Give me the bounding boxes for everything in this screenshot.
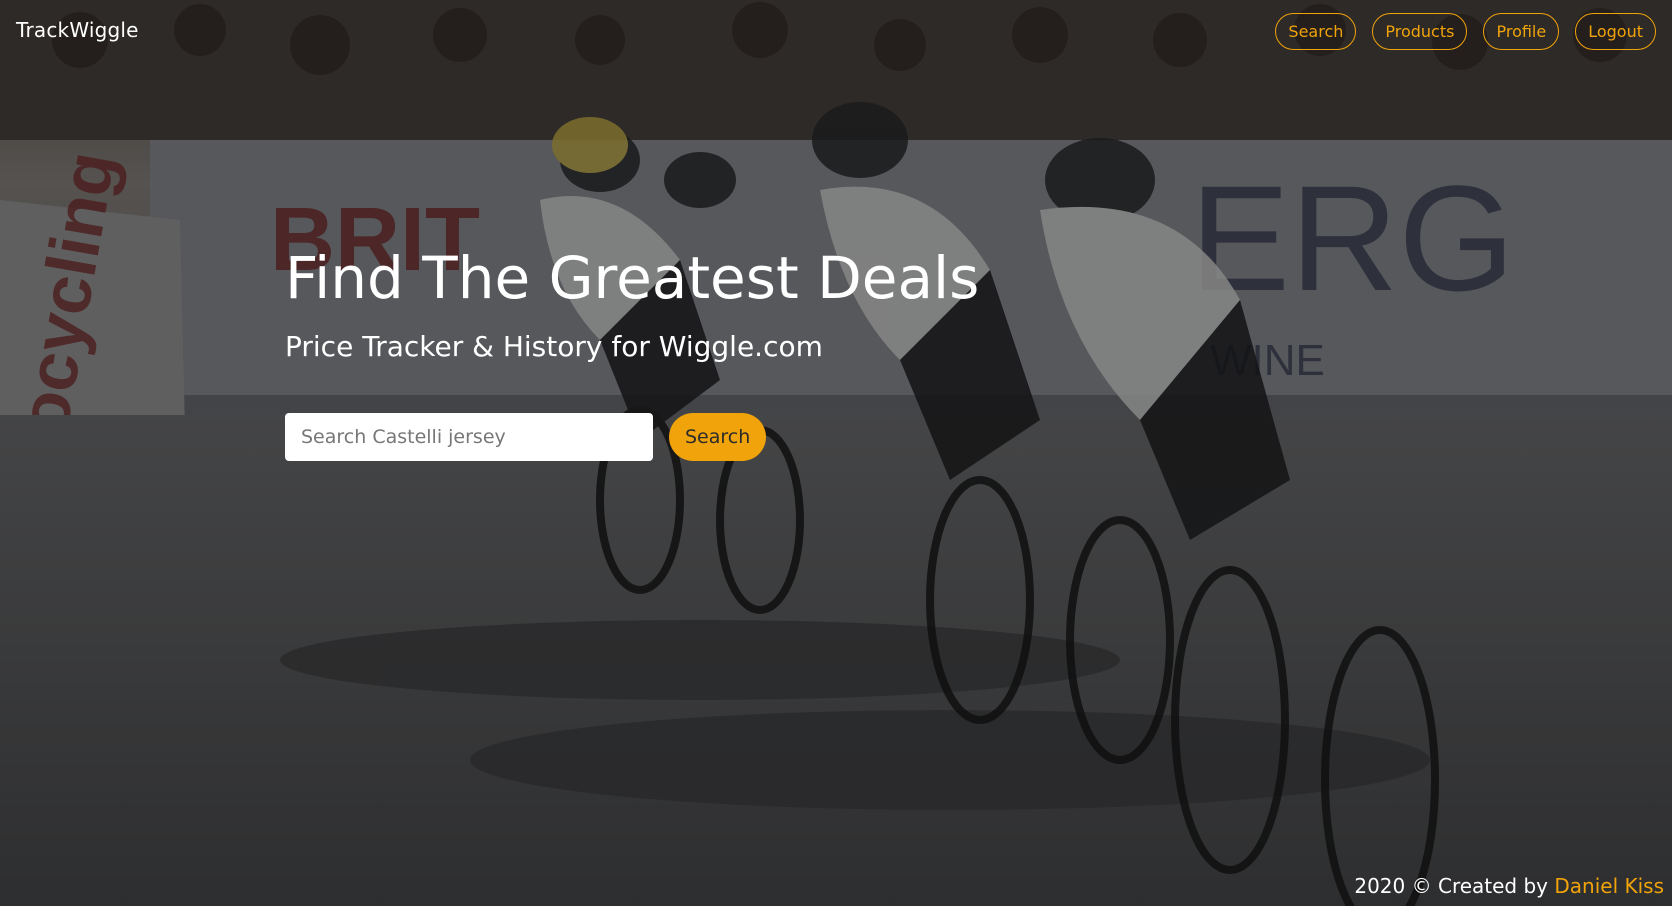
search-button[interactable]: Search [669, 413, 767, 461]
nav-products-button[interactable]: Products [1372, 13, 1468, 50]
nav-search-button[interactable]: Search [1275, 13, 1357, 50]
search-form: Search [285, 413, 767, 461]
hero-title: Find The Greatest Deals [285, 244, 980, 312]
hero-subtitle: Price Tracker & History for Wiggle.com [285, 330, 823, 363]
dark-overlay [0, 0, 1672, 906]
hero-section: BRIT ERG WINE Procycling TrackWiggle Sea… [0, 0, 1672, 906]
footer-credit: 2020 © Created by Daniel Kiss [1354, 874, 1664, 898]
nav-logout-button[interactable]: Logout [1575, 13, 1656, 50]
brand-logo[interactable]: TrackWiggle [16, 18, 139, 42]
author-link[interactable]: Daniel Kiss [1554, 874, 1664, 898]
footer-text: 2020 © Created by [1354, 874, 1555, 898]
nav-profile-button[interactable]: Profile [1483, 13, 1560, 50]
search-input[interactable] [285, 413, 653, 461]
top-nav: Search Products Profile Logout [1275, 13, 1656, 50]
